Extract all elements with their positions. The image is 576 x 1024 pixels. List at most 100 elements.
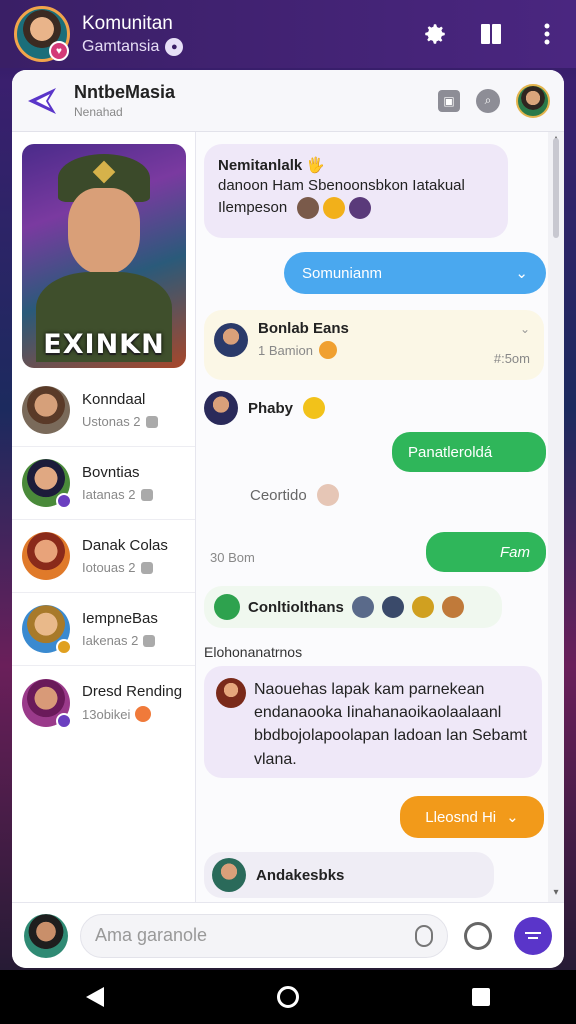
scrollbar-thumb[interactable] [553,138,559,238]
community-title: Komunitan [82,12,173,34]
message-input-placeholder: Ama garanole [95,925,208,945]
emoji-icon [303,397,326,419]
contact-status-text: Iakenas 2 [82,633,139,648]
microphone-icon[interactable] [415,924,434,947]
message-text: Lleosnd Hi [425,808,497,826]
message-text: Ceortido [250,486,307,504]
sender-avatar [216,678,246,708]
outgoing-message-bubble[interactable]: Fam [426,532,546,572]
contact-item[interactable]: Konndaal Ustonas 2 [12,374,195,447]
header-avatar[interactable] [516,83,550,118]
app-logo-icon [28,87,56,114]
contact-name: Dresd Rending [82,683,183,700]
featured-game-label: EXINKN [43,329,165,360]
contact-status-text: Ustonas 2 [82,414,141,429]
outgoing-message-bubble[interactable]: Panatleroldá [392,432,546,472]
user-avatar[interactable] [24,913,68,958]
emoji-icon [411,596,434,618]
message-item[interactable]: Ceortido [250,480,370,510]
recent-apps-icon[interactable] [471,988,490,1006]
reaction-avatar [297,196,320,219]
featured-game-card[interactable]: EXINKN [22,144,186,368]
message-timestamp: 30 Bom [210,550,255,565]
contacts-panel: EXINKN Konndaal Ustonas 2 Bovntias Iatan… [12,132,196,902]
message-title: Nemitanlalk [218,157,303,174]
contact-status-text: Iotouas 2 [82,560,136,575]
chevron-down-icon[interactable]: ⌄ [520,322,530,336]
contact-name: Konndaal [82,391,146,408]
message-card[interactable]: Bonlab Eans 1 Bamion ⌄ #:5om [204,310,544,380]
gallery-icon[interactable]: ▣ [438,89,460,112]
menu-lines-icon [525,931,542,939]
outgoing-message-bubble[interactable]: Somunianm ⌄ [284,252,546,294]
card-header: NntbeMasia Nenahad ▣ ⌕ [12,70,564,132]
heart-badge-icon: ♥ [49,41,69,61]
top-actions [420,19,562,49]
message-item[interactable]: Andakesbks [204,852,494,898]
image-icon [145,415,158,428]
contact-status: Iotouas 2 [82,560,168,575]
system-nav-bar [0,970,576,1024]
send-button[interactable] [514,916,552,955]
card-titles: NntbeMasia Nenahad [74,82,175,119]
community-subtitle-text: Gamtansia [82,37,160,55]
reaction-avatar [441,596,464,618]
message-item[interactable]: Conltiolthans [204,586,502,628]
community-subtitle: Gamtansia ● [82,37,184,56]
card-header-actions: ▣ ⌕ [438,83,550,118]
image-icon [143,634,156,647]
message-input[interactable]: Ama garanole [80,913,449,958]
home-icon[interactable] [276,986,299,1008]
contact-status-text: 13obikei [82,706,131,722]
profile-avatar[interactable]: ♥ [14,6,70,62]
message-bubble[interactable]: Naouehas lapak kam parnekean endanaooka … [204,666,542,778]
contact-item[interactable]: Danak Colas Iotouas 2 [12,520,195,593]
outgoing-message-bubble[interactable]: Lleosnd Hi ⌄ [400,796,544,838]
contact-status: Iakenas 2 [82,633,158,648]
more-vertical-icon[interactable] [532,19,562,49]
contact-avatar [22,678,72,729]
contact-info: Bovntias Iatanas 2 [82,464,153,502]
contact-avatar [22,605,72,655]
message-item[interactable]: Phaby [204,388,334,428]
message-text: Panatleroldá [408,443,493,461]
chat-thread: Nemitanlalk 🖐 danoon Ham Sbenoonsbkon Ia… [196,132,548,902]
chevron-down-icon[interactable]: ⌄ [515,264,528,282]
hero-face [68,188,140,274]
contact-item[interactable]: Bovntias Iatanas 2 [12,447,195,520]
message-text: danoon Ham Sbenoonsbkon Iatakual [218,177,465,195]
section-label: Elohonanatrnos [204,644,303,660]
contact-item[interactable]: Dresd Rending 13obikei [12,666,195,739]
contact-info: Danak Colas Iotouas 2 [82,537,168,575]
emoji-icon[interactable] [464,921,493,950]
scroll-down-icon[interactable]: ▾ [551,888,561,898]
contact-status-text: Iatanas 2 [82,487,136,502]
contact-status: Ustonas 2 [82,414,158,429]
sender-avatar [204,391,238,425]
chevron-down-icon[interactable]: ⌄ [506,808,519,826]
sender-meta: 1 Bamion [258,341,349,359]
message-bubble[interactable]: Nemitanlalk 🖐 danoon Ham Sbenoonsbkon Ia… [204,144,508,238]
card-title: NntbeMasia [74,82,176,102]
image-icon [140,488,153,501]
contact-avatar [22,532,70,580]
game-logo-icon [214,594,240,620]
message-text: Phaby [248,399,294,417]
columns-layout-icon[interactable] [476,19,506,49]
emoji-icon [323,196,346,219]
contact-item[interactable]: IempneBas Iakenas 2 [12,593,195,666]
contact-status: 13obikei [82,706,182,722]
back-icon[interactable] [86,987,105,1007]
top-titles: Komunitan Gamtansia ● [82,12,184,56]
message-text: Naouehas lapak kam parnekean endanaooka … [254,681,528,768]
message-text: Andakesbks [256,866,345,884]
settings-gear-icon[interactable] [420,19,450,49]
contact-name: Danak Colas [82,537,168,554]
chat-scrollbar[interactable]: ▴ ▾ [548,132,564,902]
contact-name: IempneBas [82,610,158,627]
contact-info: Dresd Rending 13obikei [82,683,182,722]
card-subtitle: Nenahad [74,105,123,119]
sender-avatar [212,858,246,892]
search-icon[interactable]: ⌕ [476,88,500,113]
hand-icon: 🖐 [306,157,326,174]
